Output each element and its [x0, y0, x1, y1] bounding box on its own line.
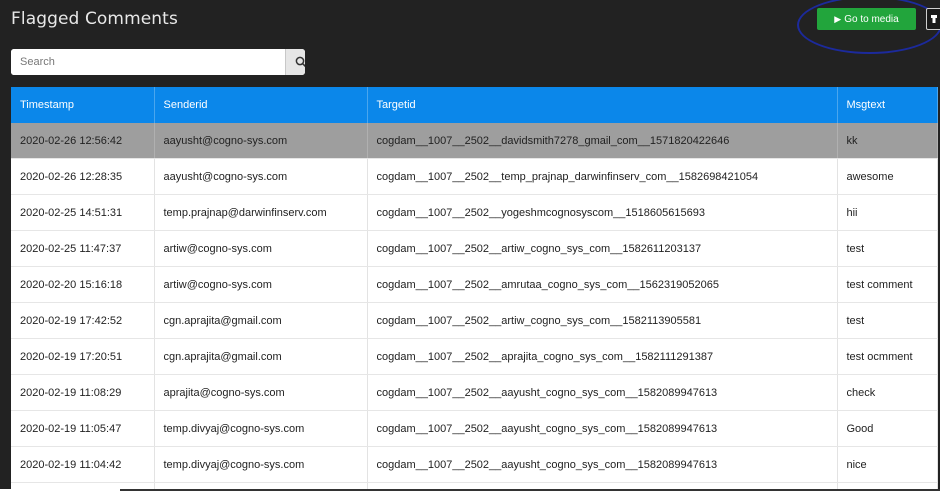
cell-timestamp: 2020-02-19 17:42:52 — [11, 302, 155, 339]
cell-timestamp: 2020-02-19 17:20:51 — [11, 338, 155, 375]
play-icon: ▶ — [834, 13, 842, 24]
search-box — [11, 49, 305, 75]
column-header-msgtext[interactable]: Msgtext — [837, 87, 938, 123]
page-title: Flagged Comments — [11, 9, 178, 29]
go-to-media-button[interactable]: ▶ Go to media — [817, 8, 916, 30]
cell-msgtext: check — [837, 374, 938, 411]
cell-targetid: cogdam__1007__2502__aprajita_cogno_sys_c… — [367, 338, 838, 375]
cell-targetid: cogdam__1007__2502__aayusht_cogno_sys_co… — [367, 446, 838, 483]
cell-timestamp: 2020-02-25 11:47:37 — [11, 230, 155, 267]
cell-msgtext: awesome — [837, 158, 938, 195]
cell-senderid: cgn.aprajita@gmail.com — [154, 302, 368, 339]
cell-timestamp: 2020-02-19 11:08:29 — [11, 374, 155, 411]
cell-targetid: cogdam__1007__2502__davidsmith7278_gmail… — [367, 123, 838, 159]
cell-senderid: temp.divyaj@cogno-sys.com — [154, 446, 368, 483]
table-row[interactable]: 2020-02-19 11:05:47 temp.divyaj@cogno-sys… — [11, 410, 938, 447]
table-row[interactable]: 2020-02-19 17:42:52 cgn.aprajita@gmail.co… — [11, 302, 938, 339]
cell-msgtext: hii — [837, 194, 938, 231]
column-header-senderid[interactable]: Senderid — [154, 87, 368, 123]
cell-targetid: cogdam__1007__2502__amrutaa_cogno_sys_co… — [367, 266, 838, 303]
table-row[interactable]: 2020-02-19 17:20:51 cgn.aprajita@gmail.co… — [11, 338, 938, 375]
search-input[interactable] — [11, 49, 274, 75]
cell-senderid: aayusht@cogno-sys.com — [154, 123, 368, 159]
cell-msgtext: test — [837, 302, 938, 339]
cell-msgtext: kk — [837, 123, 938, 159]
column-header-timestamp[interactable]: Timestamp — [11, 87, 155, 123]
flagged-comments-panel: Flagged Comments ▶ Go to media Timestamp… — [0, 0, 940, 489]
cell-msgtext: test comment — [837, 266, 938, 303]
cell-timestamp: 2020-02-26 12:56:42 — [11, 123, 155, 159]
cell-senderid: artiw@cogno-sys.com — [154, 230, 368, 267]
table-row[interactable]: 2020-02-19 11:08:29 aprajita@cogno-sys.co… — [11, 374, 938, 411]
table-row[interactable]: 2020-02-20 15:16:18 artiw@cogno-sys.com co… — [11, 266, 938, 303]
cell-msgtext: test — [837, 230, 938, 267]
tool-button[interactable] — [926, 8, 940, 30]
search-icon — [295, 56, 305, 68]
go-to-media-label: Go to media — [844, 13, 899, 25]
table-row[interactable]: 2020-02-25 11:47:37 artiw@cogno-sys.com co… — [11, 230, 938, 267]
cell-senderid: temp.prajnap@darwinfinserv.com — [154, 194, 368, 231]
cell-timestamp: 2020-02-19 11:05:47 — [11, 410, 155, 447]
cell-targetid: cogdam__1007__2502__aayusht_cogno_sys_co… — [367, 410, 838, 447]
search-button[interactable] — [285, 49, 305, 75]
flagged-comments-table: Timestamp Senderid Targetid Msgtext 2020… — [11, 87, 938, 489]
cell-timestamp: 2020-02-26 12:28:35 — [11, 158, 155, 195]
cell-targetid: cogdam__1007__2502__temp_prajnap_darwinf… — [367, 158, 838, 195]
cell-senderid: aayusht@cogno-sys.com — [154, 158, 368, 195]
cell-senderid: cgn.aprajita@gmail.com — [154, 338, 368, 375]
cell-timestamp: 2020-02-20 15:16:18 — [11, 266, 155, 303]
table-row[interactable]: 2020-02-19 11:04:42 temp.divyaj@cogno-sys… — [11, 446, 938, 483]
column-header-targetid[interactable]: Targetid — [367, 87, 838, 123]
cell-targetid: cogdam__1007__2502__artiw_cogno_sys_com_… — [367, 230, 838, 267]
cell-msgtext: nice — [837, 446, 938, 483]
bottom-border — [120, 489, 940, 491]
tool-icon — [931, 15, 937, 23]
cell-timestamp: 2020-02-19 11:04:42 — [11, 446, 155, 483]
table-row[interactable]: 2020-02-25 14:51:31 temp.prajnap@darwinfi… — [11, 194, 938, 231]
table-header-row: Timestamp Senderid Targetid Msgtext — [11, 87, 938, 123]
cell-targetid: cogdam__1007__2502__aayusht_cogno_sys_co… — [367, 374, 838, 411]
table-row[interactable]: 2020-02-26 12:28:35 aayusht@cogno-sys.com… — [11, 158, 938, 195]
cell-senderid: temp.divyaj@cogno-sys.com — [154, 410, 368, 447]
cell-msgtext: test ocmment — [837, 338, 938, 375]
cell-targetid: cogdam__1007__2502__artiw_cogno_sys_com_… — [367, 302, 838, 339]
table-row[interactable]: 2020-02-26 12:56:42 aayusht@cogno-sys.com… — [11, 123, 938, 159]
cell-timestamp: 2020-02-25 14:51:31 — [11, 194, 155, 231]
cell-targetid: cogdam__1007__2502__yogeshmcognosyscom__… — [367, 194, 838, 231]
cell-senderid: artiw@cogno-sys.com — [154, 266, 368, 303]
cell-msgtext: Good — [837, 410, 938, 447]
cell-senderid: aprajita@cogno-sys.com — [154, 374, 368, 411]
